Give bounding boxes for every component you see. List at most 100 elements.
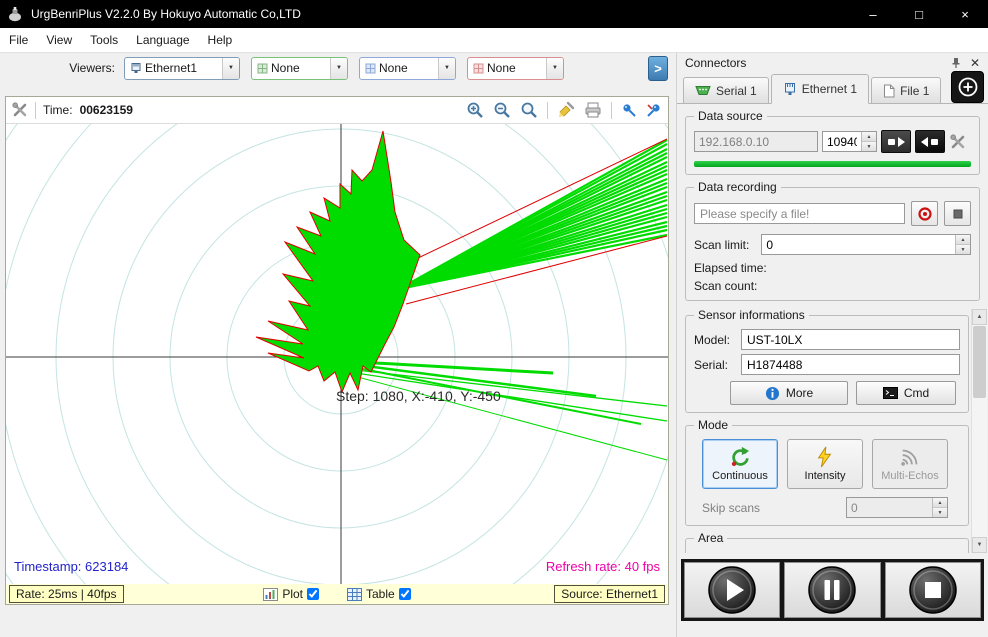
zoom-in-icon (467, 102, 483, 118)
panel-scrollbar[interactable]: ▲ ▼ (971, 309, 987, 553)
more-info-button[interactable]: More (730, 381, 848, 405)
scan-count-label: Scan count: (694, 279, 758, 293)
table-checkbox[interactable] (398, 588, 411, 600)
ethernet-icon (784, 83, 795, 95)
viewer-combo-2[interactable]: None ▼ (251, 56, 348, 80)
menu-bar: File View Tools Language Help (0, 28, 988, 53)
record-file-field[interactable] (694, 203, 905, 224)
connect-button[interactable] (915, 130, 945, 153)
connection-settings-button[interactable] (945, 130, 971, 153)
dock-pin-button[interactable] (950, 57, 962, 69)
tab-serial[interactable]: Serial 1 (683, 77, 769, 103)
model-field[interactable] (741, 329, 960, 350)
source-readout: Source: Ethernet1 (554, 585, 665, 603)
scan-limit-field[interactable] (762, 235, 955, 254)
window-controls: – □ × (850, 0, 988, 28)
print-icon (585, 102, 601, 118)
transport-bar (681, 559, 984, 621)
menu-language[interactable]: Language (127, 28, 198, 52)
connectors-header: Connectors ✕ (677, 53, 988, 73)
plot-checkbox[interactable] (307, 588, 319, 600)
connector-scroll-area: Sensor informations Model: Serial: (677, 309, 988, 553)
pin-button[interactable] (621, 102, 637, 118)
zoom-in-button[interactable] (466, 101, 484, 119)
clear-plot-button[interactable] (557, 101, 575, 119)
menu-tools[interactable]: Tools (81, 28, 127, 52)
spin-down[interactable]: ▼ (862, 142, 876, 151)
pin-icon (623, 104, 636, 117)
unpin-button[interactable] (646, 102, 662, 118)
minimize-button[interactable]: – (850, 0, 896, 28)
port-field[interactable] (823, 132, 861, 151)
elapsed-time-row: Elapsed time: (694, 261, 971, 275)
wrench-icon (12, 102, 27, 117)
add-connector-button[interactable] (951, 71, 984, 103)
scan-count-row: Scan count: (694, 279, 971, 293)
panel-close-button[interactable]: ✕ (970, 56, 980, 70)
spin-up[interactable]: ▲ (862, 132, 876, 142)
model-label: Model: (694, 332, 731, 347)
stop-record-button[interactable] (944, 201, 971, 226)
tab-ethernet[interactable]: Ethernet 1 (770, 74, 870, 104)
viewer-settings-button[interactable] (12, 102, 28, 118)
viewer-combo-3[interactable]: None ▼ (359, 56, 456, 80)
play-icon (708, 566, 756, 614)
connection-status-bar (694, 161, 971, 167)
viewer-toolbar: Time: 00623159 (6, 97, 668, 124)
viewer-combo-4[interactable]: None ▼ (467, 56, 564, 80)
play-button[interactable] (684, 562, 781, 618)
chevron-down-icon[interactable]: ▼ (438, 57, 455, 79)
mode-multiechos-label: Multi-Echos (881, 470, 939, 482)
zoom-out-button[interactable] (493, 101, 511, 119)
maximize-button[interactable]: □ (896, 0, 942, 28)
table-icon (347, 587, 362, 601)
sensor-info-title: Sensor informations (694, 309, 809, 322)
menu-view[interactable]: View (37, 28, 81, 52)
serial-field[interactable] (741, 354, 960, 375)
scan-limit-row: Scan limit: ▲▼ (694, 234, 971, 255)
viewers-toolbar: Viewers: Ethernet1 ▼ None ▼ None ▼ None … (0, 53, 676, 83)
spin-up[interactable]: ▲ (956, 235, 970, 245)
scroll-up-button[interactable]: ▲ (972, 309, 987, 325)
tab-file-label: File 1 (900, 83, 930, 98)
scrollbar-thumb[interactable] (973, 326, 986, 398)
model-row: Model: (694, 329, 960, 350)
chevron-down-icon[interactable]: ▼ (222, 57, 239, 79)
menu-file[interactable]: File (0, 28, 37, 52)
plot-canvas[interactable]: Step: 1080, X:-410, Y:-450 Timestamp: 62… (6, 124, 668, 584)
close-button[interactable]: × (942, 0, 988, 28)
ip-address-field[interactable] (694, 131, 818, 152)
port-spinner: ▲▼ (822, 131, 877, 152)
ethernet-mini-icon (130, 62, 142, 74)
spin-down[interactable]: ▼ (956, 245, 970, 254)
data-source-row: ▲▼ (694, 130, 971, 153)
scroll-down-button[interactable]: ▼ (972, 537, 987, 553)
mode-intensity-button[interactable]: Intensity (787, 439, 863, 489)
stop-button[interactable] (884, 562, 981, 618)
expand-viewers-button[interactable]: > (648, 55, 668, 81)
snapshot-button[interactable] (584, 101, 602, 119)
mode-buttons: Continuous Intensity Multi-Echos (694, 439, 960, 489)
connector-tabs: Serial 1 Ethernet 1 File 1 (677, 71, 988, 104)
pause-button[interactable] (784, 562, 881, 618)
cmd-button[interactable]: Cmd (856, 381, 956, 405)
title-bar: UrgBenriPlus V2.2.0 By Hokuyo Automatic … (0, 0, 988, 28)
table-toggle-group: Table (347, 587, 411, 601)
disconnect-button[interactable] (881, 130, 911, 153)
chevron-down-icon[interactable]: ▼ (546, 57, 563, 79)
viewer-mini-icon (365, 63, 376, 74)
scan-limit-label: Scan limit: (694, 237, 750, 252)
plot-label: Plot (282, 587, 303, 601)
menu-help[interactable]: Help (199, 28, 242, 52)
chevron-down-icon[interactable]: ▼ (330, 57, 347, 79)
viewer-combo-2-value: None (271, 61, 300, 75)
zoom-reset-button[interactable] (520, 101, 538, 119)
mode-continuous-button[interactable]: Continuous (702, 439, 778, 489)
record-button[interactable] (911, 201, 938, 226)
viewer-combo-4-value: None (487, 61, 516, 75)
viewer-mini-icon (257, 63, 268, 74)
separator (547, 101, 548, 119)
tab-file[interactable]: File 1 (871, 77, 942, 103)
viewer-combo-1[interactable]: Ethernet1 ▼ (124, 56, 240, 80)
sensor-info-group: Sensor informations Model: Serial: (685, 309, 969, 413)
